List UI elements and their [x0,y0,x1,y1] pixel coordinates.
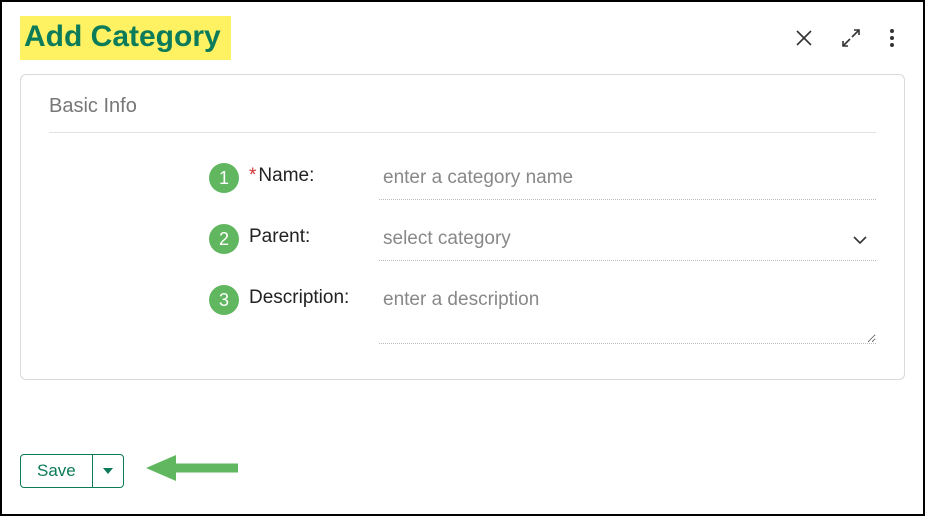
step-badge-1: 1 [209,163,239,193]
description-label: Description: [249,283,379,309]
save-button[interactable]: Save [21,455,93,487]
parent-select[interactable]: select category [379,222,876,261]
more-icon[interactable] [889,28,895,48]
save-split-button: Save [20,454,124,488]
step-badge-3: 3 [209,285,239,315]
expand-icon[interactable] [841,28,861,48]
page-title: Add Category [20,16,231,60]
parent-label: Parent: [249,222,379,248]
step-badge-2: 2 [209,224,239,254]
basic-info-card: Basic Info 1 *Name: 2 Parent: select cat… [20,74,905,380]
section-title: Basic Info [49,95,876,133]
annotation-arrow-icon [142,451,242,490]
name-label: *Name: [249,161,379,187]
close-icon[interactable] [795,29,813,47]
description-input[interactable] [379,283,876,344]
save-dropdown-button[interactable] [93,455,123,487]
name-input[interactable] [379,161,876,200]
